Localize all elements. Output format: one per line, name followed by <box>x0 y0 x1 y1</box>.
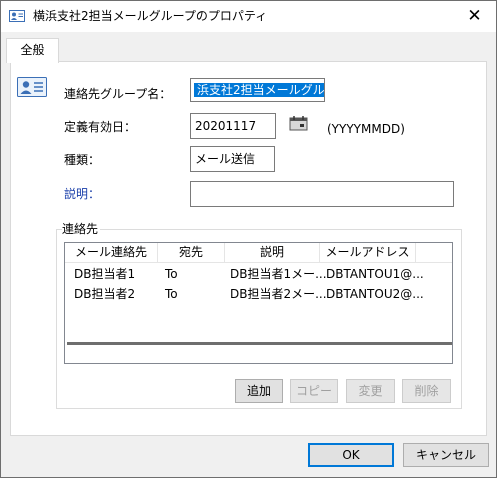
cancel-button[interactable]: キャンセル <box>403 443 489 467</box>
ok-button[interactable]: OK <box>308 443 394 467</box>
group-name-label: 連絡先グループ名： <box>64 87 172 101</box>
window-title: 横浜支社2担当メールグループのプロパティ <box>33 9 268 23</box>
list-scroll-edge <box>67 342 452 345</box>
add-button[interactable]: 追加 <box>235 379 283 403</box>
description-label[interactable]: 説明： <box>64 186 100 202</box>
column-recipient[interactable]: 宛先 <box>158 243 225 262</box>
cell-desc: DB担当者2メー... <box>230 287 327 301</box>
description-input[interactable] <box>190 181 454 207</box>
calendar-icon[interactable] <box>289 115 309 131</box>
expiry-label: 定義有効日： <box>64 120 137 134</box>
tab-general[interactable]: 全般 <box>6 38 59 63</box>
delete-button[interactable]: 削除 <box>402 379 451 403</box>
column-mail-contact[interactable]: メール連絡先 <box>65 243 158 262</box>
close-icon: ✕ <box>467 6 482 26</box>
group-name-value: 浜支社2担当メールグループ <box>194 83 324 97</box>
contact-card-icon <box>9 10 25 22</box>
group-name-input[interactable]: 浜支社2担当メールグループ <box>190 78 325 102</box>
copy-button[interactable]: コピー <box>290 379 338 403</box>
contact-group-icon <box>17 77 47 97</box>
type-field: メール送信 <box>190 146 275 172</box>
cell-to: To <box>165 267 178 281</box>
contacts-list[interactable]: メール連絡先 宛先 説明 メールアドレス DB担当者1 To DB担当者1メー.… <box>64 242 453 364</box>
cell-desc: DB担当者1メー... <box>230 267 327 281</box>
expiry-input[interactable]: 20201117 <box>190 113 276 139</box>
expiry-format-hint: (YYYYMMDD) <box>327 122 405 136</box>
change-button[interactable]: 変更 <box>346 379 395 403</box>
cell-name: DB担当者1 <box>74 267 136 281</box>
contacts-group-label: 連絡先 <box>62 222 101 236</box>
type-label: 種類： <box>64 153 101 167</box>
column-email[interactable]: メールアドレス <box>320 243 416 262</box>
list-item[interactable]: DB担当者1 To DB担当者1メー... DBTANTOU1@... <box>65 264 452 284</box>
column-description[interactable]: 説明 <box>225 243 320 262</box>
list-header: メール連絡先 宛先 説明 メールアドレス <box>65 243 452 263</box>
cell-email: DBTANTOU2@... <box>326 287 424 301</box>
list-item[interactable]: DB担当者2 To DB担当者2メー... DBTANTOU2@... <box>65 284 452 304</box>
close-button[interactable]: ✕ <box>452 0 497 32</box>
cell-to: To <box>165 287 178 301</box>
cell-email: DBTANTOU1@... <box>326 267 424 281</box>
cell-name: DB担当者2 <box>74 287 136 301</box>
